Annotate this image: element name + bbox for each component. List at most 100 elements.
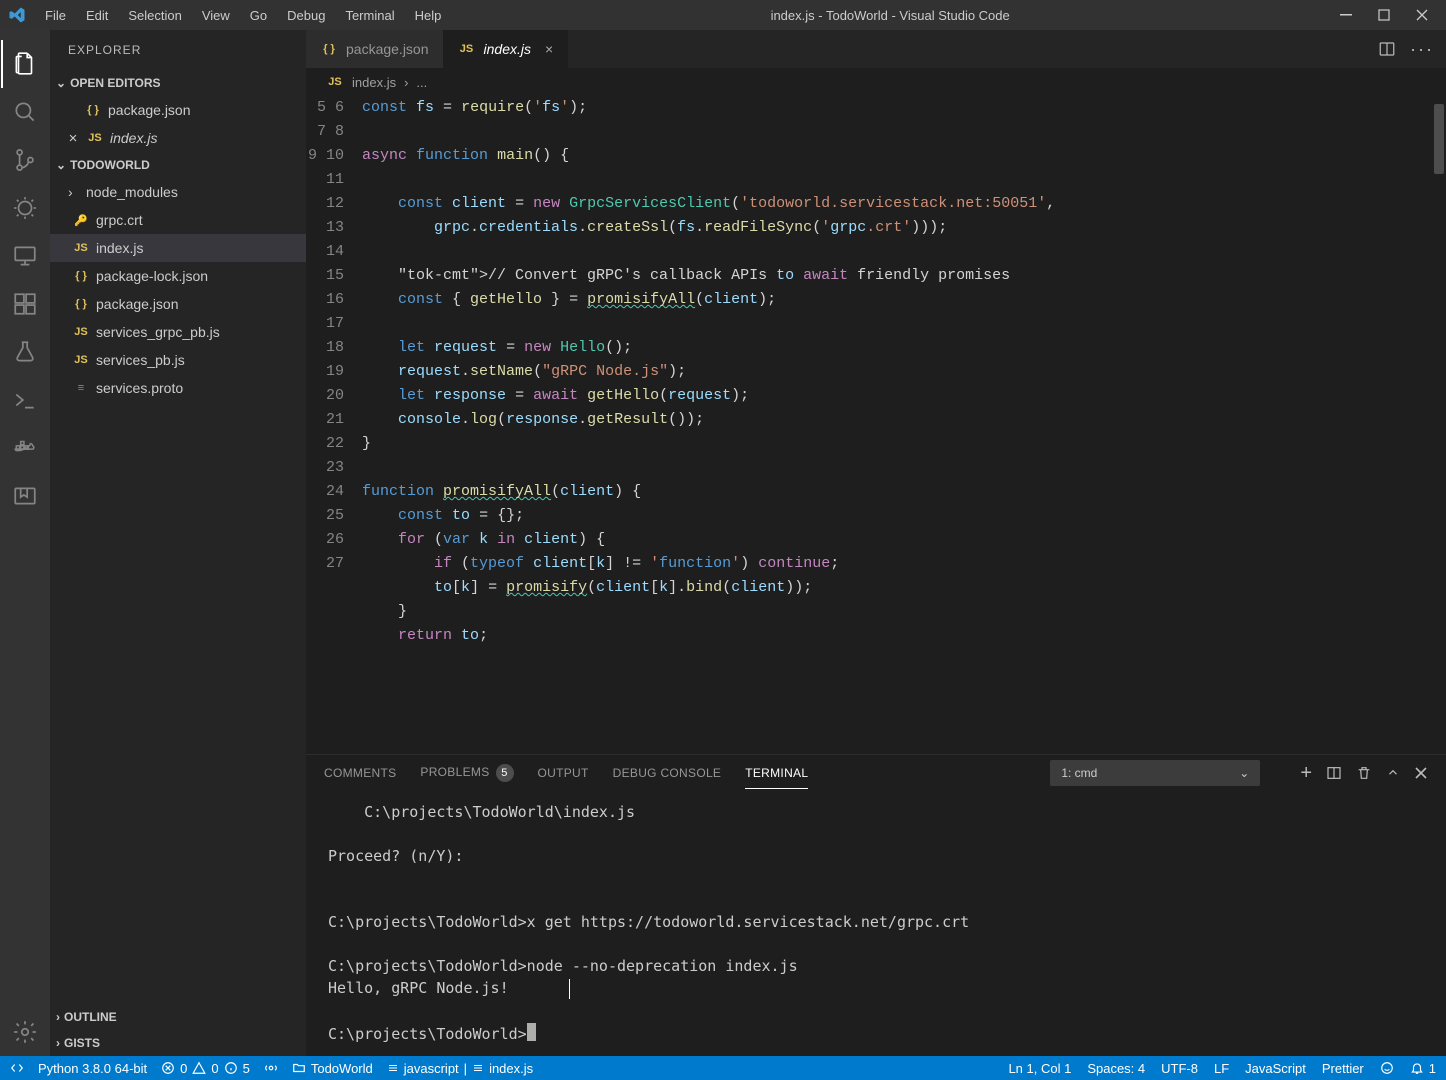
menu-go[interactable]: Go (241, 4, 276, 27)
bookmark-icon[interactable] (1, 472, 49, 520)
panel-tab-problems[interactable]: PROBLEMS5 (420, 756, 513, 790)
file-item[interactable]: JS services_grpc_pb.js (50, 318, 306, 346)
status-encoding[interactable]: UTF-8 (1161, 1061, 1198, 1076)
settings-gear-icon[interactable] (1, 1008, 49, 1056)
close-icon[interactable]: × (539, 41, 553, 57)
file-icon: JS (72, 351, 90, 369)
text-cursor-icon (569, 979, 571, 999)
status-python[interactable]: Python 3.8.0 64-bit (38, 1061, 147, 1076)
file-label: services_grpc_pb.js (96, 324, 220, 340)
terminal-output[interactable]: C:\projects\TodoWorld\index.js Proceed? … (306, 791, 1446, 1056)
file-item[interactable]: JSindex.js (50, 234, 306, 262)
test-icon[interactable] (1, 328, 49, 376)
file-icon: JS (72, 323, 90, 341)
close-panel-icon[interactable] (1414, 766, 1428, 780)
source-control-icon[interactable] (1, 136, 49, 184)
file-item[interactable]: 🔑 grpc.crt (50, 206, 306, 234)
open-editor-item[interactable]: { } package.json (50, 96, 306, 124)
file-item[interactable]: { }package.json (50, 290, 306, 318)
menu-file[interactable]: File (36, 4, 75, 27)
file-icon: 🔑 (72, 211, 90, 229)
status-prettier[interactable]: Prettier (1322, 1061, 1364, 1076)
file-icon: { } (72, 267, 90, 285)
menu-debug[interactable]: Debug (278, 4, 334, 27)
maximize-panel-icon[interactable] (1386, 766, 1400, 780)
explorer-icon[interactable] (1, 40, 49, 88)
file-label: package.json (96, 296, 179, 312)
tab-package-json[interactable]: { } package.json (306, 30, 444, 68)
file-label: grpc.crt (96, 212, 143, 228)
terminal-cursor (527, 1023, 536, 1041)
status-bar: Python 3.8.0 64-bit 0 0 5 TodoWorld java… (0, 1056, 1446, 1080)
file-item[interactable]: JSservices_pb.js (50, 346, 306, 374)
scrollbar[interactable] (1432, 96, 1446, 754)
json-file-icon: { } (320, 40, 338, 58)
breadcrumb[interactable]: JS index.js › ... (306, 68, 1446, 96)
js-file-icon: JS (458, 40, 476, 58)
status-problems[interactable]: 0 0 5 (161, 1061, 250, 1076)
menu-selection[interactable]: Selection (119, 4, 190, 27)
open-editors-header[interactable]: ⌄ OPEN EDITORS (50, 70, 306, 96)
close-icon[interactable]: × (66, 130, 80, 147)
powershell-icon[interactable] (1, 376, 49, 424)
remote-indicator[interactable] (10, 1061, 24, 1075)
file-icon: ≡ (72, 379, 90, 397)
status-cursor[interactable]: Ln 1, Col 1 (1008, 1061, 1071, 1076)
line-numbers: 5 6 7 8 9 10 11 12 13 14 15 16 17 18 19 … (306, 96, 362, 754)
code-editor[interactable]: 5 6 7 8 9 10 11 12 13 14 15 16 17 18 19 … (306, 96, 1446, 754)
js-file-icon: JS (326, 73, 344, 91)
search-icon[interactable] (1, 88, 49, 136)
terminal-selector[interactable]: 1: cmd ⌄ (1050, 760, 1260, 786)
remote-icon[interactable] (1, 232, 49, 280)
gists-header[interactable]: › GISTS (50, 1030, 306, 1056)
docker-icon[interactable] (1, 424, 49, 472)
debug-icon[interactable] (1, 184, 49, 232)
file-item[interactable]: ≡ services.proto (50, 374, 306, 402)
trash-icon[interactable] (1356, 765, 1372, 781)
split-terminal-icon[interactable] (1326, 765, 1342, 781)
chevron-right-icon: › (56, 1010, 60, 1024)
close-icon[interactable] (1412, 5, 1432, 25)
panel-tab-terminal[interactable]: TERMINAL (745, 758, 808, 789)
vscode-logo-icon (8, 6, 26, 24)
status-eol[interactable]: LF (1214, 1061, 1229, 1076)
scrollbar-thumb[interactable] (1434, 104, 1444, 174)
editor-area: { } package.json JS index.js × ··· JS in… (306, 30, 1446, 1056)
status-language[interactable]: JavaScript (1245, 1061, 1306, 1076)
file-item[interactable]: { } package-lock.json (50, 262, 306, 290)
menu-view[interactable]: View (193, 4, 239, 27)
menu-edit[interactable]: Edit (77, 4, 117, 27)
file-label: node_modules (86, 184, 178, 200)
panel-tab-comments[interactable]: COMMENTS (324, 758, 396, 788)
split-editor-icon[interactable] (1378, 40, 1396, 58)
menu-terminal[interactable]: Terminal (336, 4, 403, 27)
panel-tab-output[interactable]: OUTPUT (538, 758, 589, 788)
status-feedback-icon[interactable] (1380, 1061, 1394, 1075)
tab-index-js[interactable]: JS index.js × (444, 30, 569, 68)
outline-header[interactable]: › OUTLINE (50, 1004, 306, 1030)
file-label: index.js (110, 130, 157, 146)
title-bar: File Edit Selection View Go Debug Termin… (0, 0, 1446, 30)
project-header[interactable]: ⌄ TODOWORLD (50, 152, 306, 178)
status-project[interactable]: TodoWorld (292, 1061, 373, 1076)
breadcrumb-sep: › (404, 75, 408, 90)
open-editor-item[interactable]: × JS index.js (50, 124, 306, 152)
bottom-panel: COMMENTS PROBLEMS5 OUTPUT DEBUG CONSOLE … (306, 754, 1446, 1056)
maximize-icon[interactable] (1374, 5, 1394, 25)
status-live-icon[interactable] (264, 1061, 278, 1075)
folder-item[interactable]: ›node_modules (50, 178, 306, 206)
new-terminal-icon[interactable]: + (1300, 762, 1312, 785)
file-label: package-lock.json (96, 268, 208, 284)
panel-tab-debug[interactable]: DEBUG CONSOLE (613, 758, 722, 788)
file-label: services.proto (96, 380, 183, 396)
status-lang-scope[interactable]: javascript | index.js (387, 1061, 533, 1076)
code-content[interactable]: const fs = require('fs'); async function… (362, 96, 1446, 754)
menu-help[interactable]: Help (406, 4, 451, 27)
sidebar-title: EXPLORER (50, 30, 306, 70)
status-bell[interactable]: 1 (1410, 1061, 1436, 1076)
explorer-sidebar: EXPLORER ⌄ OPEN EDITORS { } package.json… (50, 30, 306, 1056)
status-spaces[interactable]: Spaces: 4 (1087, 1061, 1145, 1076)
minimize-icon[interactable] (1336, 5, 1356, 25)
extensions-icon[interactable] (1, 280, 49, 328)
more-icon[interactable]: ··· (1410, 39, 1434, 60)
